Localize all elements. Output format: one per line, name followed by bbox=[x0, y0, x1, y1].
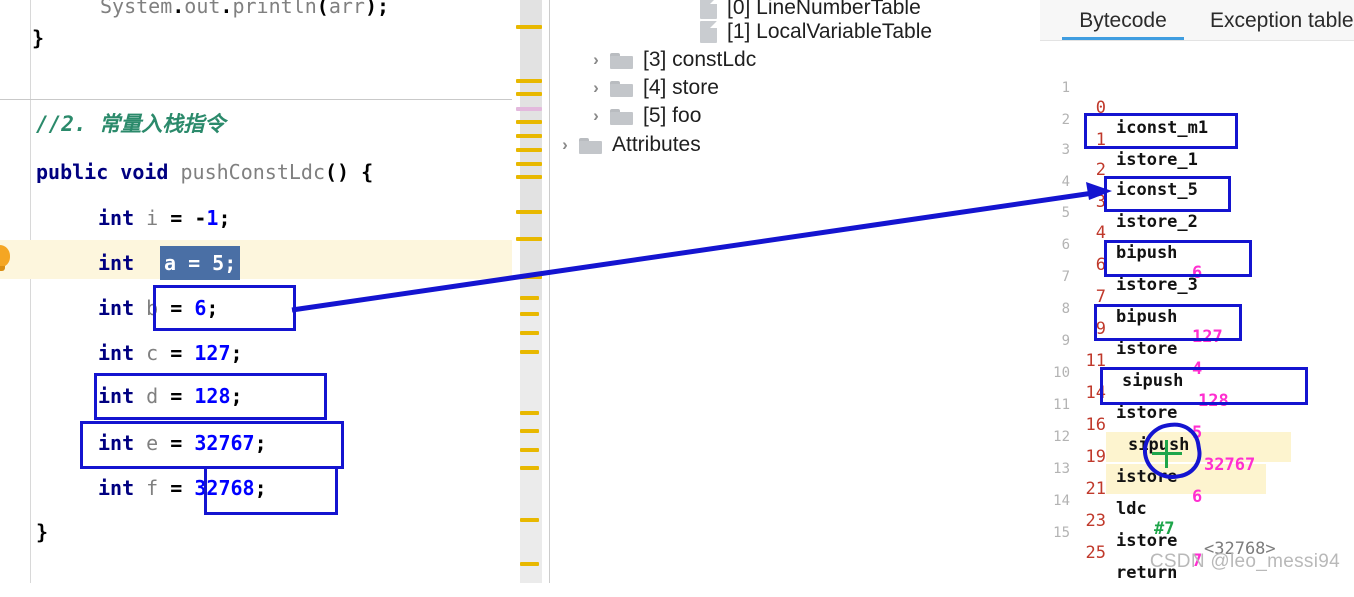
marker-tick[interactable] bbox=[516, 92, 542, 96]
bytecode-row[interactable]: 2 1 istore_1 bbox=[1040, 84, 1354, 170]
bytecode-row[interactable]: 5 4 bipush 6 bbox=[1040, 177, 1354, 283]
bytecode-tabbar: Bytecode Exception table bbox=[1040, 0, 1354, 41]
tree-item-constldc[interactable]: › [3] constLdc bbox=[583, 46, 756, 74]
tree-item-store[interactable]: › [4] store bbox=[583, 74, 719, 102]
bytecode-line-number: 15 bbox=[1053, 525, 1070, 541]
editor-marker-strip[interactable] bbox=[512, 0, 550, 583]
code-line-decl-d[interactable]: int d = 128; bbox=[98, 376, 550, 416]
folder-icon bbox=[609, 51, 635, 70]
folder-icon bbox=[609, 107, 635, 126]
tree-item-attributes[interactable]: › Attributes bbox=[552, 131, 701, 159]
bytecode-panel[interactable]: Bytecode Exception table 1 0 iconst_m1 2… bbox=[1040, 0, 1354, 583]
tree-item-label: [5] foo bbox=[643, 104, 702, 127]
code-editor-pane[interactable]: System.out.println(arr); } //2. 常量入栈指令 p… bbox=[0, 0, 550, 583]
editor-code-area[interactable]: System.out.println(arr); } //2. 常量入栈指令 p… bbox=[0, 0, 512, 583]
code-line-decl-f[interactable]: int f = 32768; bbox=[98, 468, 550, 508]
code-line-decl-b[interactable]: int b = 6; bbox=[98, 288, 550, 328]
bytecode-row[interactable]: 6 6 istore_3 bbox=[1040, 209, 1354, 295]
chevron-right-icon[interactable]: › bbox=[583, 102, 609, 130]
marker-tick[interactable] bbox=[520, 429, 539, 433]
folder-icon bbox=[609, 79, 635, 98]
marker-tick[interactable] bbox=[520, 448, 539, 452]
watermark: CSDN @leo_messi94 bbox=[1149, 551, 1340, 572]
class-structure-tree-pane[interactable]: [0] LineNumberTable [1] LocalVariableTab… bbox=[550, 0, 1040, 583]
bytecode-row[interactable]: 12 19 istore 6 bbox=[1040, 401, 1354, 507]
marker-tick[interactable] bbox=[516, 237, 542, 241]
marker-tick[interactable] bbox=[520, 518, 539, 522]
bytecode-row[interactable]: 9 11 sipush 128 bbox=[1040, 305, 1354, 411]
tab-exception-table[interactable]: Exception table bbox=[1210, 0, 1354, 41]
marker-tick[interactable] bbox=[520, 331, 539, 335]
bytecode-row[interactable]: 7 7 bipush 127 bbox=[1040, 241, 1354, 347]
marker-tick[interactable] bbox=[520, 350, 539, 354]
marker-tick-pink[interactable] bbox=[516, 107, 542, 111]
tab-bytecode[interactable]: Bytecode bbox=[1062, 0, 1184, 41]
code-line-close-brace-1[interactable]: } bbox=[32, 18, 544, 58]
tabbar-divider bbox=[1040, 40, 1354, 41]
file-icon bbox=[700, 0, 717, 19]
bytecode-row[interactable]: 11 16 sipush 32767 bbox=[1040, 369, 1354, 475]
marker-tick[interactable] bbox=[516, 120, 542, 124]
chevron-right-icon[interactable]: › bbox=[583, 74, 609, 102]
marker-tick[interactable] bbox=[516, 148, 542, 152]
file-icon bbox=[700, 21, 717, 43]
bytecode-row[interactable]: 8 9 istore 4 bbox=[1040, 273, 1354, 379]
marker-tick[interactable] bbox=[520, 296, 539, 300]
annotation-cross-v bbox=[1165, 440, 1168, 468]
marker-tick[interactable] bbox=[520, 312, 539, 316]
bytecode-row[interactable]: 10 14 istore 5 bbox=[1040, 337, 1354, 443]
tree-item-label: [4] store bbox=[643, 76, 719, 99]
code-line-method-signature[interactable]: public void pushConstLdc() { bbox=[36, 152, 548, 192]
marker-tick[interactable] bbox=[516, 175, 542, 179]
tree-item-foo[interactable]: › [5] foo bbox=[583, 102, 701, 130]
tree-item-label: [3] constLdc bbox=[643, 48, 757, 71]
code-line-close-brace-2[interactable]: } bbox=[36, 512, 548, 552]
tree-item-localvariabletable[interactable]: [1] LocalVariableTable bbox=[700, 18, 932, 46]
marker-tick[interactable] bbox=[516, 134, 542, 138]
bytecode-offset: 25 bbox=[1085, 543, 1106, 563]
marker-tick[interactable] bbox=[516, 275, 542, 279]
tree-item-label: [1] LocalVariableTable bbox=[727, 20, 933, 43]
code-line-decl-i[interactable]: int i = -1; bbox=[98, 198, 550, 238]
bytecode-row[interactable]: 4 3 istore_2 bbox=[1040, 146, 1354, 232]
bytecode-row[interactable]: 15 25 return bbox=[1040, 497, 1354, 583]
marker-tick[interactable] bbox=[516, 162, 542, 166]
marker-tick[interactable] bbox=[520, 562, 539, 566]
chevron-right-icon[interactable]: › bbox=[552, 131, 578, 159]
marker-tick[interactable] bbox=[516, 25, 542, 29]
marker-tick[interactable] bbox=[516, 210, 542, 214]
folder-icon bbox=[578, 136, 604, 155]
marker-tick[interactable] bbox=[520, 411, 539, 415]
bytecode-row[interactable]: 3 2 iconst_5 bbox=[1040, 114, 1354, 200]
bytecode-row[interactable]: 14 23 istore 7 bbox=[1040, 465, 1354, 571]
bytecode-row[interactable]: 1 0 iconst_m1 bbox=[1040, 52, 1354, 138]
marker-tick[interactable] bbox=[516, 79, 542, 83]
chevron-right-icon[interactable]: › bbox=[583, 46, 609, 74]
marker-tick[interactable] bbox=[520, 466, 539, 470]
code-line-decl-e[interactable]: int e = 32767; bbox=[98, 423, 550, 463]
tree-item-label: Attributes bbox=[612, 133, 701, 156]
editor-selection[interactable]: a = 5; bbox=[160, 246, 241, 280]
tree-item-label: [0] LineNumberTable bbox=[727, 0, 921, 19]
code-line-decl-c[interactable]: int c = 127; bbox=[98, 333, 550, 373]
code-line-comment[interactable]: //2. 常量入栈指令 bbox=[36, 104, 548, 144]
